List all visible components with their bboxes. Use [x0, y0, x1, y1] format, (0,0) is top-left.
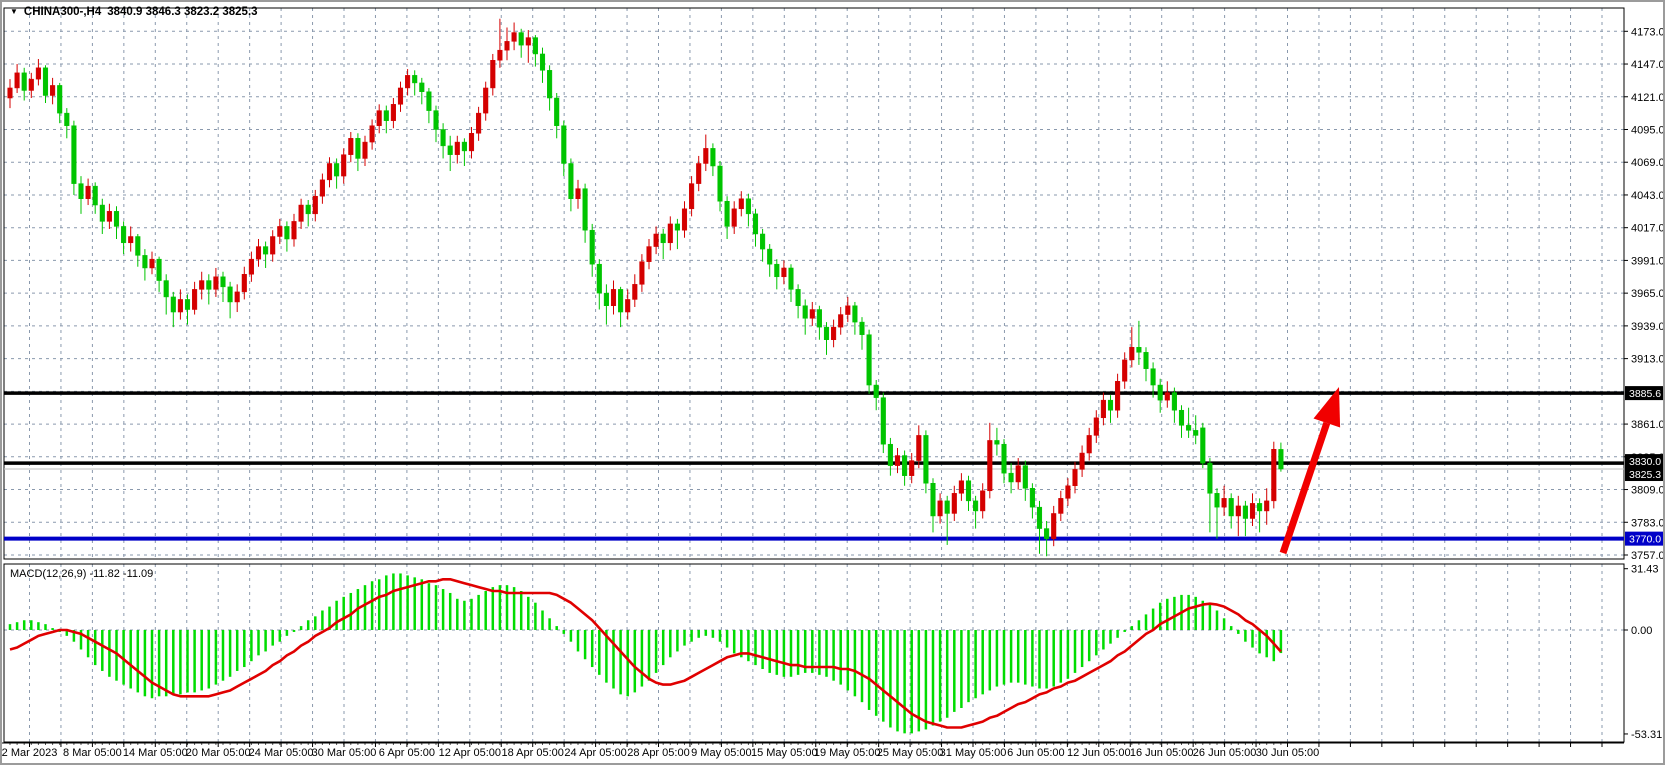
symbol-period-label: CHINA300-,H4	[24, 6, 101, 18]
mt4-chart-window: 4173.04147.04121.04095.04069.04043.04017…	[0, 0, 1665, 765]
symbol-header: ▼ CHINA300-,H4 3840.9 3846.3 3823.2 3825…	[10, 6, 258, 18]
price-axis[interactable]	[1619, 2, 1663, 742]
chart-canvas[interactable]: 4173.04147.04121.04095.04069.04043.04017…	[2, 2, 1665, 765]
time-axis[interactable]	[2, 739, 1622, 763]
macd-indicator-label: MACD(12,26,9) -11.82 -11.09	[10, 568, 153, 580]
ohlc-readout: 3840.9 3846.3 3823.2 3825.3	[107, 6, 257, 18]
symbol-dropdown-icon[interactable]: ▼	[10, 7, 18, 16]
